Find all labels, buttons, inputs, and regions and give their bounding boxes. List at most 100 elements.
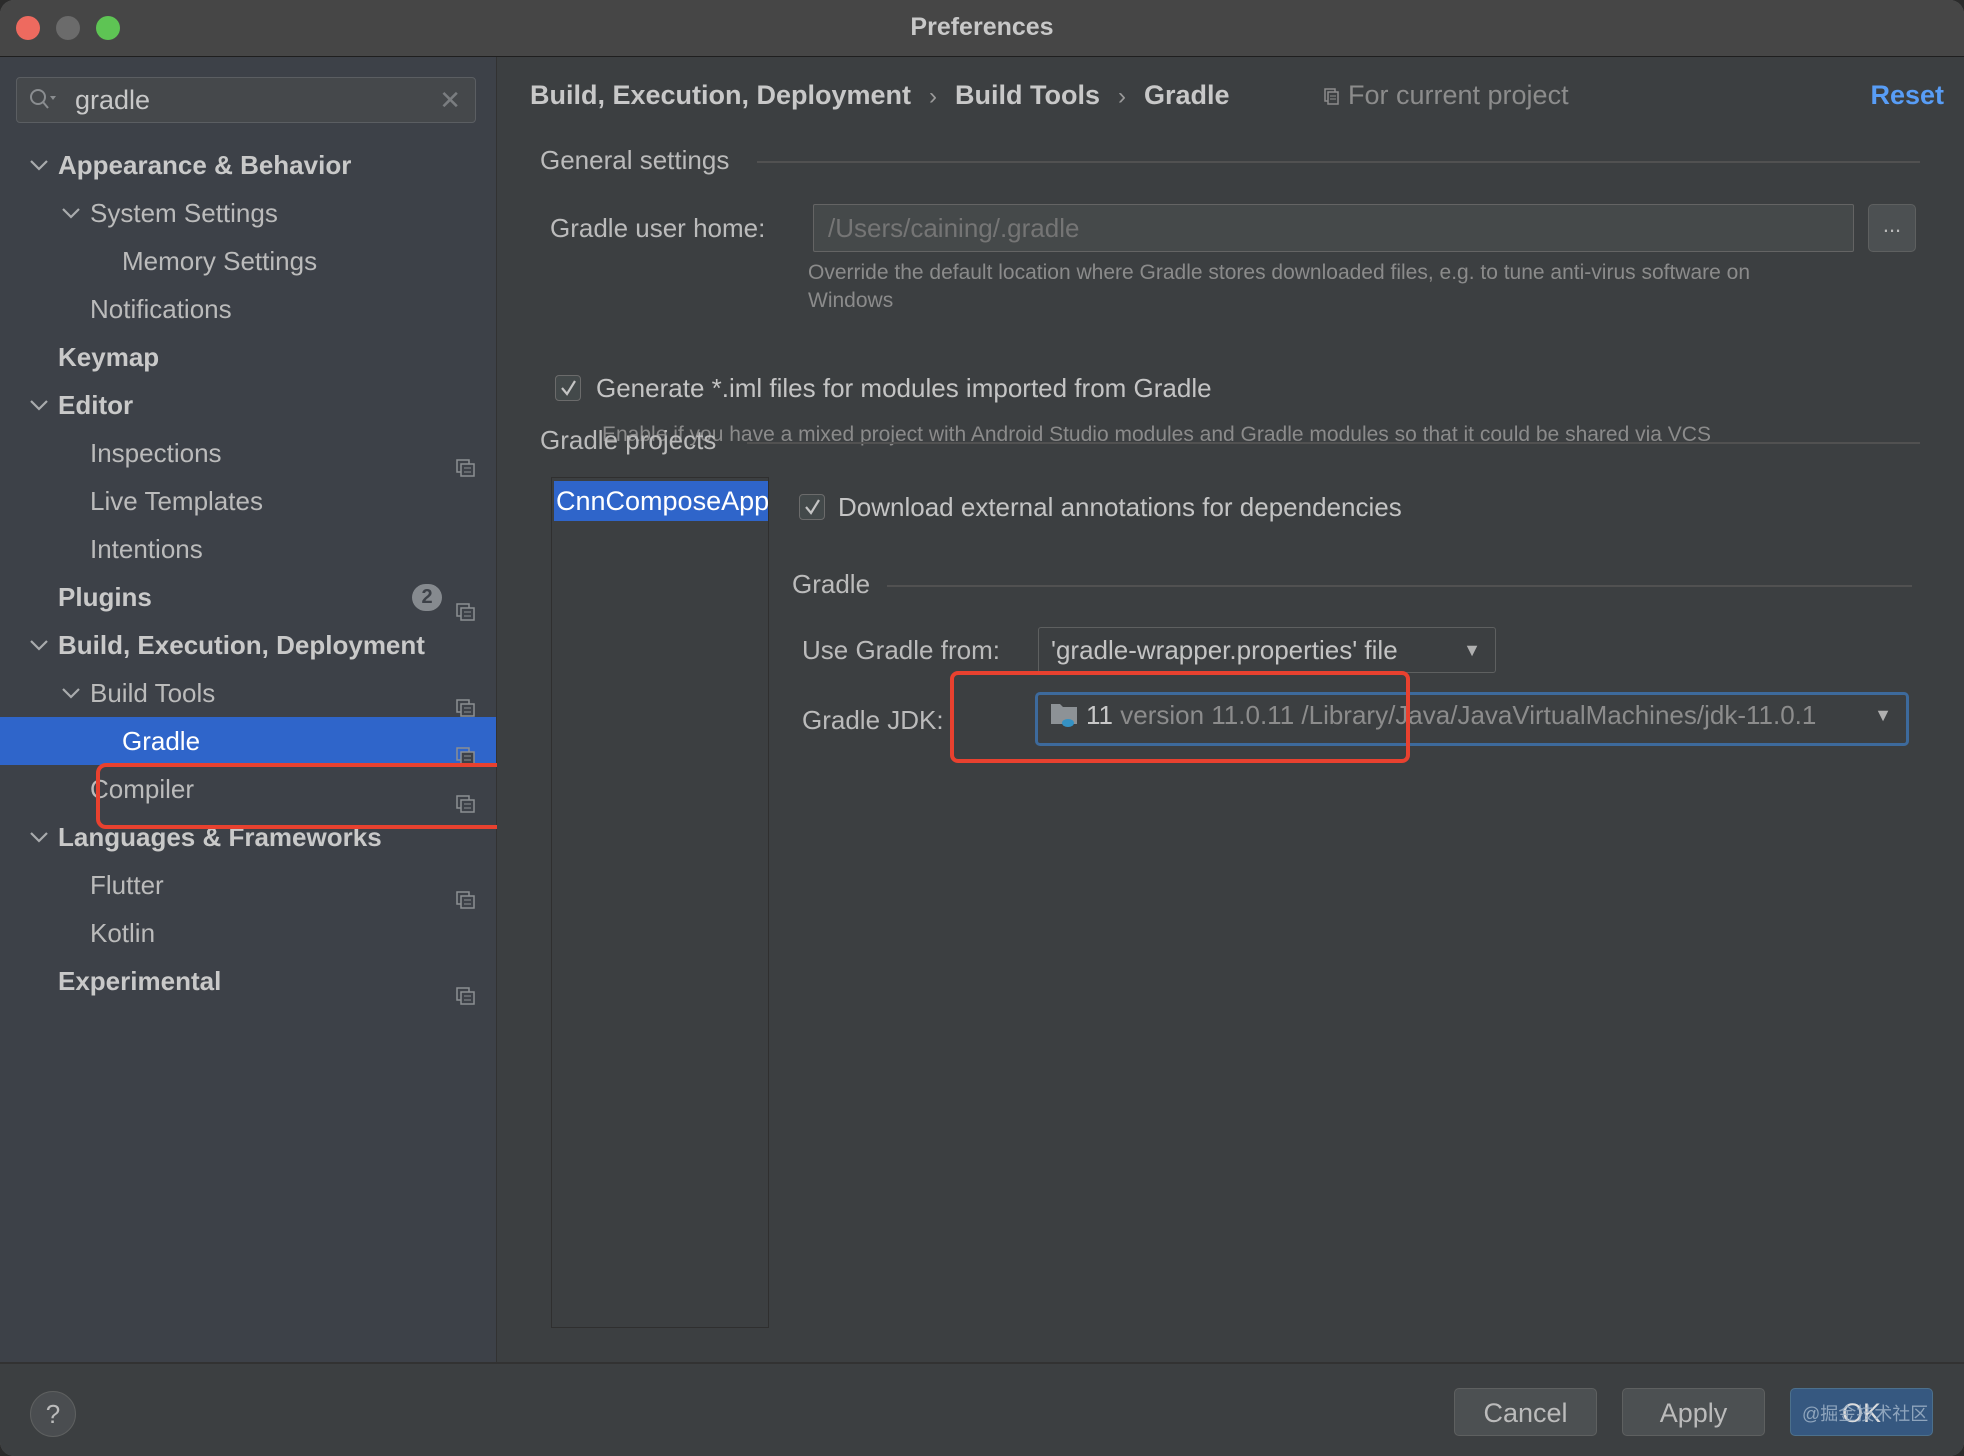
sidebar-item-inspections[interactable]: Inspections bbox=[0, 429, 496, 477]
watermark: @掘金技术社区 bbox=[1802, 1404, 1929, 1424]
chevron-down-icon: ▼ bbox=[1874, 705, 1892, 725]
sidebar-item-languages-frameworks[interactable]: Languages & Frameworks bbox=[0, 813, 496, 861]
search-input[interactable] bbox=[75, 82, 435, 118]
settings-content: Build, Execution, Deployment › Build Tools… bbox=[497, 57, 1964, 1362]
chevron-down-icon[interactable] bbox=[28, 621, 50, 669]
sidebar-item-label: Appearance & Behavior bbox=[58, 150, 352, 180]
sidebar-item-memory-settings[interactable]: Memory Settings bbox=[0, 237, 496, 285]
sidebar-item-label: Kotlin bbox=[90, 918, 156, 948]
sidebar-item-label: Experimental bbox=[58, 966, 222, 996]
use-gradle-from-value: 'gradle-wrapper.properties' file bbox=[1051, 635, 1398, 665]
clear-search-icon[interactable]: ✕ bbox=[439, 87, 461, 113]
gradle-projects-list: CnnComposeApp bbox=[551, 477, 769, 1328]
breadcrumb-item: Build Tools bbox=[955, 80, 1101, 110]
sidebar-item-build-tools[interactable]: Build Tools bbox=[0, 669, 496, 717]
chevron-down-icon[interactable] bbox=[28, 141, 50, 189]
chevron-down-icon[interactable] bbox=[28, 381, 50, 429]
section-divider bbox=[887, 585, 1912, 587]
sidebar-item-compiler[interactable]: Compiler bbox=[0, 765, 496, 813]
sidebar-item-label: Plugins bbox=[58, 582, 152, 612]
sidebar-item-label: Languages & Frameworks bbox=[58, 822, 382, 852]
search-icon[interactable] bbox=[29, 88, 57, 112]
chevron-down-icon[interactable] bbox=[28, 813, 50, 861]
cancel-button[interactable]: Cancel bbox=[1454, 1388, 1597, 1436]
jdk-name: 11 bbox=[1086, 700, 1113, 730]
browse-button[interactable]: ... bbox=[1868, 204, 1916, 252]
sidebar-item-kotlin[interactable]: Kotlin bbox=[0, 909, 496, 957]
title-bar: Preferences bbox=[0, 0, 1964, 57]
sidebar-item-label: Keymap bbox=[58, 342, 160, 372]
reset-link[interactable]: Reset bbox=[1870, 71, 1944, 119]
hint-line: Override the default location where Grad… bbox=[808, 261, 1751, 284]
breadcrumb-item: Build, Execution, Deployment bbox=[530, 80, 912, 110]
sidebar-item-intentions[interactable]: Intentions bbox=[0, 525, 496, 573]
gradle-user-home-hint: Override the default location where Grad… bbox=[808, 259, 1750, 315]
sidebar-item-build-execution-deployment[interactable]: Build, Execution, Deployment bbox=[0, 621, 496, 669]
project-scope-icon bbox=[456, 588, 476, 621]
generate-iml-hint: Enable if you have a mixed project with … bbox=[602, 423, 1711, 446]
project-scope-icon bbox=[456, 684, 476, 717]
breadcrumb-separator: › bbox=[929, 83, 938, 110]
gradle-user-home-label: Gradle user home: bbox=[550, 213, 766, 243]
use-gradle-from-label: Use Gradle from: bbox=[802, 635, 1000, 665]
apply-button[interactable]: Apply bbox=[1622, 1388, 1765, 1436]
sidebar-item-experimental[interactable]: Experimental bbox=[0, 957, 496, 1005]
sidebar-item-label: Live Templates bbox=[90, 486, 263, 516]
sidebar-item-appearance-behavior[interactable]: Appearance & Behavior bbox=[0, 141, 496, 189]
jdk-detail: version 11.0.11 /Library/Java/JavaVirtua… bbox=[1120, 700, 1817, 730]
settings-sidebar: ✕ Appearance & Behavior System Settings Me… bbox=[0, 57, 522, 1362]
sidebar-item-label: Compiler bbox=[90, 774, 195, 804]
gradle-section-title: Gradle bbox=[792, 569, 871, 599]
sidebar-item-label: Editor bbox=[58, 390, 134, 420]
download-annotations-checkbox[interactable] bbox=[799, 494, 825, 520]
help-button[interactable]: ? bbox=[30, 1391, 76, 1437]
window-title: Preferences bbox=[910, 13, 1054, 41]
project-scope-icon bbox=[456, 876, 476, 909]
sidebar-item-keymap[interactable]: Keymap bbox=[0, 333, 496, 381]
scope-label: For current project bbox=[1348, 80, 1569, 110]
sidebar-item-label: Build, Execution, Deployment bbox=[58, 630, 425, 660]
sidebar-item-notifications[interactable]: Notifications bbox=[0, 285, 496, 333]
generate-iml-label[interactable]: Generate *.iml files for modules importe… bbox=[596, 373, 1212, 404]
gradle-jdk-label: Gradle JDK: bbox=[802, 705, 944, 735]
chevron-down-icon: ▼ bbox=[1463, 640, 1481, 660]
breadcrumb: Build, Execution, Deployment › Build Tools… bbox=[530, 71, 1230, 119]
breadcrumb-separator: › bbox=[1118, 83, 1127, 110]
download-annotations-label[interactable]: Download external annotations for depend… bbox=[838, 492, 1402, 523]
project-list-item[interactable]: CnnComposeApp bbox=[554, 481, 768, 521]
project-scope-icon bbox=[456, 972, 476, 1005]
project-scope-icon bbox=[456, 732, 476, 765]
gradle-jdk-dropdown[interactable]: 11 version 11.0.11 /Library/Java/JavaVir… bbox=[1035, 692, 1909, 746]
sidebar-item-editor[interactable]: Editor bbox=[0, 381, 496, 429]
project-scope-icon bbox=[456, 444, 476, 477]
count-badge: 2 bbox=[412, 584, 442, 611]
use-gradle-from-dropdown[interactable]: 'gradle-wrapper.properties' file ▼ bbox=[1038, 627, 1496, 673]
general-settings-title: General settings bbox=[540, 145, 730, 175]
sidebar-item-label: Inspections bbox=[90, 438, 222, 468]
section-divider bbox=[747, 442, 1920, 444]
sidebar-item-system-settings[interactable]: System Settings bbox=[0, 189, 496, 237]
chevron-down-icon[interactable] bbox=[60, 189, 82, 237]
sidebar-item-label: Memory Settings bbox=[122, 246, 318, 276]
sidebar-item-live-templates[interactable]: Live Templates bbox=[0, 477, 496, 525]
sidebar-item-label: Build Tools bbox=[90, 678, 216, 708]
sidebar-item-label: Intentions bbox=[90, 534, 203, 564]
sidebar-item-label: Notifications bbox=[90, 294, 232, 324]
settings-search-box[interactable]: ✕ bbox=[16, 77, 476, 123]
gradle-user-home-input[interactable] bbox=[813, 204, 1854, 252]
project-scope-icon bbox=[456, 780, 476, 813]
sidebar-item-label: System Settings bbox=[90, 198, 278, 228]
section-divider bbox=[757, 161, 1920, 163]
gradle-projects-title: Gradle projects bbox=[540, 425, 717, 455]
chevron-down-icon[interactable] bbox=[60, 669, 82, 717]
sidebar-item-label: Gradle bbox=[122, 726, 201, 756]
generate-iml-checkbox[interactable] bbox=[555, 375, 581, 401]
sidebar-item-flutter[interactable]: Flutter bbox=[0, 861, 496, 909]
dialog-footer: ? Cancel Apply OK @掘金技术社区 bbox=[0, 1362, 1964, 1456]
project-scope-icon bbox=[1324, 73, 1340, 105]
hint-line: Windows bbox=[808, 289, 894, 312]
sidebar-item-gradle[interactable]: Gradle bbox=[0, 717, 496, 765]
sidebar-item-plugins[interactable]: Plugins 2 bbox=[0, 573, 496, 621]
breadcrumb-item: Gradle bbox=[1144, 80, 1230, 110]
scope-indicator: For current project bbox=[1324, 71, 1569, 119]
